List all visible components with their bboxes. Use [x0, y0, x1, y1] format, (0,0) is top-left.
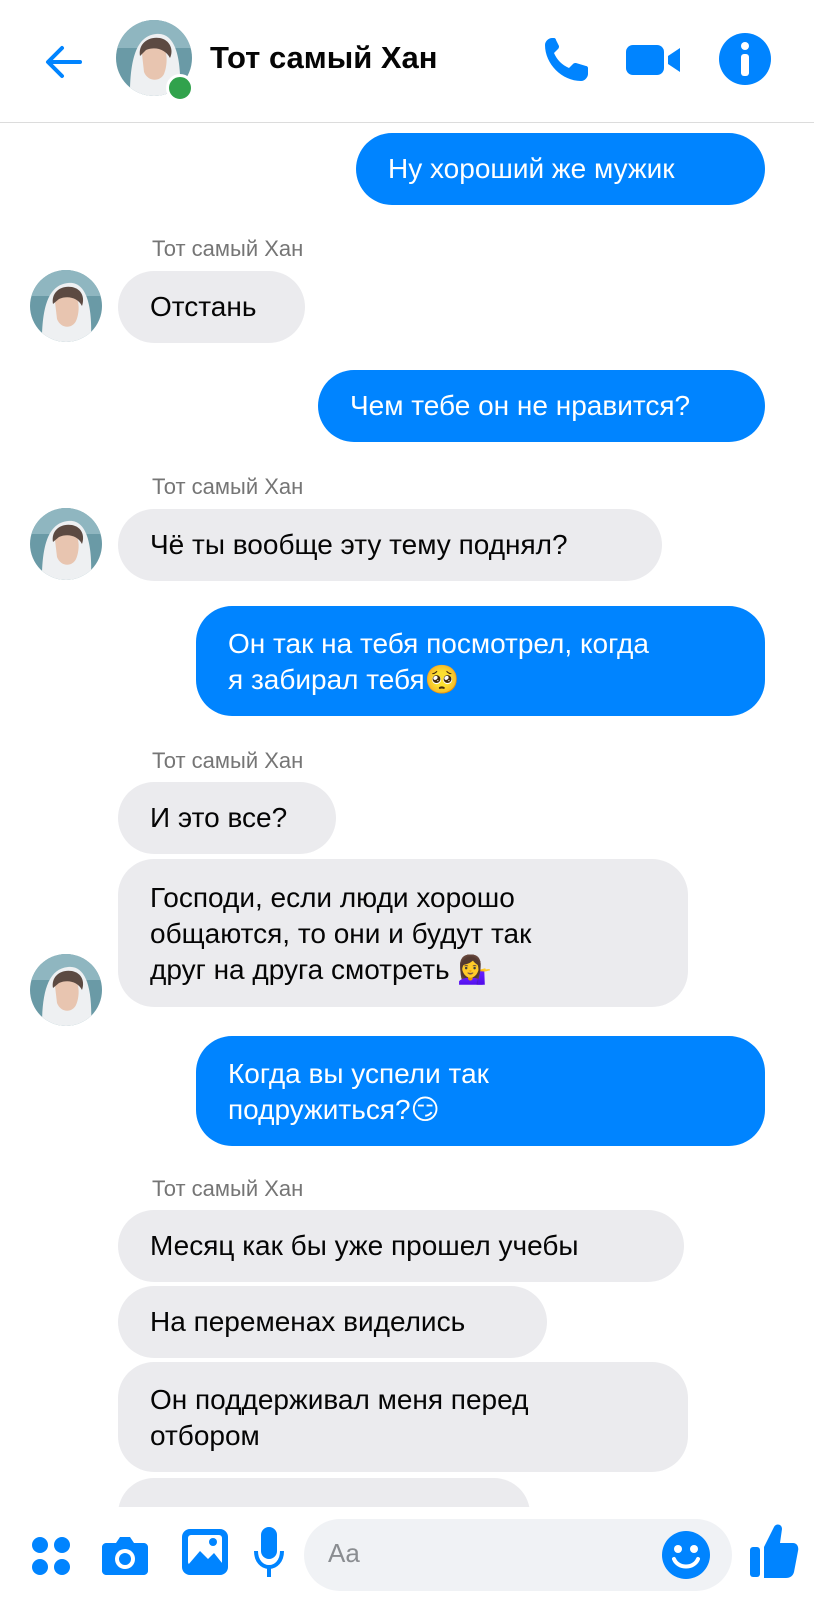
chat-header: Тот самый Хан: [0, 0, 814, 123]
contact-name[interactable]: Тот самый Хан: [210, 40, 438, 76]
message-text-line: Он так на тебя посмотрел, когда: [228, 628, 649, 659]
message-bubble-incoming[interactable]: И это все?: [118, 782, 336, 854]
message-list[interactable]: Ну хороший же мужик Тот самый Хан Отстан…: [0, 122, 814, 1507]
message-text-line: Когда вы успели так: [228, 1058, 489, 1089]
like-icon[interactable]: [748, 1521, 800, 1581]
message-bubble-outgoing[interactable]: Чем тебе он не нравится?: [318, 370, 765, 442]
sender-name: Тот самый Хан: [152, 474, 304, 499]
message-bubble-incoming[interactable]: Отстань: [118, 271, 305, 343]
message-text-line: отбором: [150, 1420, 260, 1451]
message-text: Чё ты вообще эту тему поднял?: [150, 529, 568, 560]
message-text-line: я забирал тебя🥺: [228, 664, 460, 695]
contact-avatar-small[interactable]: [30, 270, 102, 342]
contact-avatar-small[interactable]: [30, 508, 102, 580]
message-input-field[interactable]: [304, 1519, 732, 1591]
message-text-line: подружиться?😏: [228, 1094, 440, 1125]
message-input[interactable]: [326, 1537, 640, 1570]
sender-name: Тот самый Хан: [152, 748, 304, 773]
message-text-line: друг на друга смотреть 💁‍♀️: [150, 954, 493, 985]
message-bubble-partial[interactable]: [118, 1478, 530, 1507]
message-bubble-incoming[interactable]: На переменах виделись: [118, 1286, 547, 1358]
message-bubble-incoming[interactable]: Чё ты вообще эту тему поднял?: [118, 509, 662, 581]
message-text: Ну хороший же мужик: [388, 153, 675, 184]
online-status-dot: [166, 74, 194, 102]
message-text: И это все?: [150, 802, 288, 833]
gallery-icon[interactable]: [180, 1527, 230, 1577]
emoji-icon[interactable]: [660, 1529, 712, 1581]
message-text-line: Он поддерживал меня перед: [150, 1384, 529, 1415]
message-text: Отстань: [150, 291, 257, 322]
message-text: Чем тебе он не нравится?: [350, 390, 691, 421]
message-bubble-incoming[interactable]: Господи, если люди хорошо общаются, то о…: [118, 859, 688, 1007]
contact-avatar-small[interactable]: [30, 954, 102, 1026]
message-bubble-outgoing[interactable]: Ну хороший же мужик: [356, 133, 765, 205]
sender-name: Тот самый Хан: [152, 236, 304, 261]
message-bubble-incoming[interactable]: Месяц как бы уже прошел учебы: [118, 1210, 684, 1282]
info-icon[interactable]: [716, 30, 774, 88]
message-text-line: общаются, то они и будут так: [150, 918, 532, 949]
arrow-left-icon[interactable]: [40, 38, 88, 86]
message-bubble-outgoing[interactable]: Он так на тебя посмотрел, когда я забира…: [196, 606, 765, 716]
microphone-icon[interactable]: [252, 1525, 286, 1581]
menu-dots-icon[interactable]: [30, 1535, 72, 1577]
message-text: На переменах виделись: [150, 1306, 466, 1337]
message-text-line: Господи, если люди хорошо: [150, 882, 515, 913]
sender-name: Тот самый Хан: [152, 1176, 304, 1201]
video-camera-icon[interactable]: [624, 30, 684, 88]
phone-icon[interactable]: [540, 30, 594, 88]
message-bubble-incoming[interactable]: Он поддерживал меня перед отбором: [118, 1362, 688, 1472]
message-text: Месяц как бы уже прошел учебы: [150, 1230, 579, 1261]
message-bubble-outgoing[interactable]: Когда вы успели так подружиться?😏: [196, 1036, 765, 1146]
composer-bar: [0, 1507, 814, 1600]
camera-icon[interactable]: [100, 1531, 150, 1579]
